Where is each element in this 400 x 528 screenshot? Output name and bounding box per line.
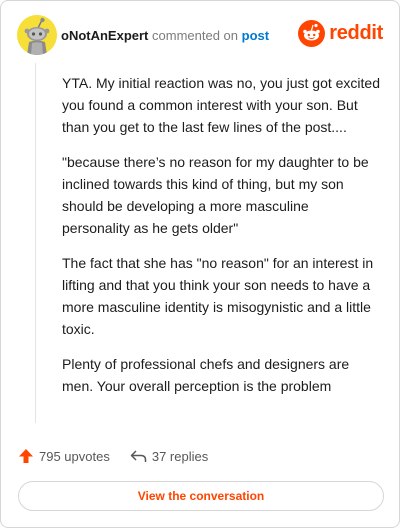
upvote-count: 795 upvotes (39, 448, 110, 464)
comment-embed-card: oNotAnExpert commented on post reddit YT… (0, 0, 400, 528)
reddit-logo-icon (298, 19, 326, 47)
view-conversation-button[interactable]: View the conversation (18, 481, 384, 511)
byline-action-text: commented on (152, 28, 239, 43)
comment-paragraph: "because there’s no reason for my daught… (62, 154, 369, 236)
reply-count: 37 replies (151, 448, 209, 464)
comment-paragraph: YTA. My initial reaction was no, you jus… (62, 75, 380, 135)
comment-body: YTA. My initial reaction was no, you jus… (62, 72, 380, 410)
comment-paragraph: The fact that she has "no reason" for an… (62, 255, 374, 337)
comment-header: oNotAnExpert commented on post reddit (17, 15, 383, 55)
snoo-avatar-icon (17, 15, 57, 55)
comment-actions: 795 upvotes 37 replies (18, 445, 382, 467)
avatar[interactable] (17, 15, 57, 55)
replies-button[interactable]: 37 replies (130, 449, 208, 464)
username-link[interactable]: oNotAnExpert (61, 28, 148, 43)
comment-paragraph: Plenty of professional chefs and designe… (62, 356, 350, 394)
post-link[interactable]: post (242, 28, 269, 43)
upvote-arrow-icon (19, 449, 33, 463)
reddit-wordmark: reddit (329, 21, 383, 44)
reddit-brand-link[interactable]: reddit (298, 19, 383, 47)
upvote-button[interactable]: 795 upvotes (18, 448, 110, 464)
reply-arrow-icon (130, 450, 147, 462)
thread-line (35, 63, 36, 423)
byline: oNotAnExpert commented on post (61, 28, 269, 43)
view-conversation-label: View the conversation (137, 489, 265, 503)
